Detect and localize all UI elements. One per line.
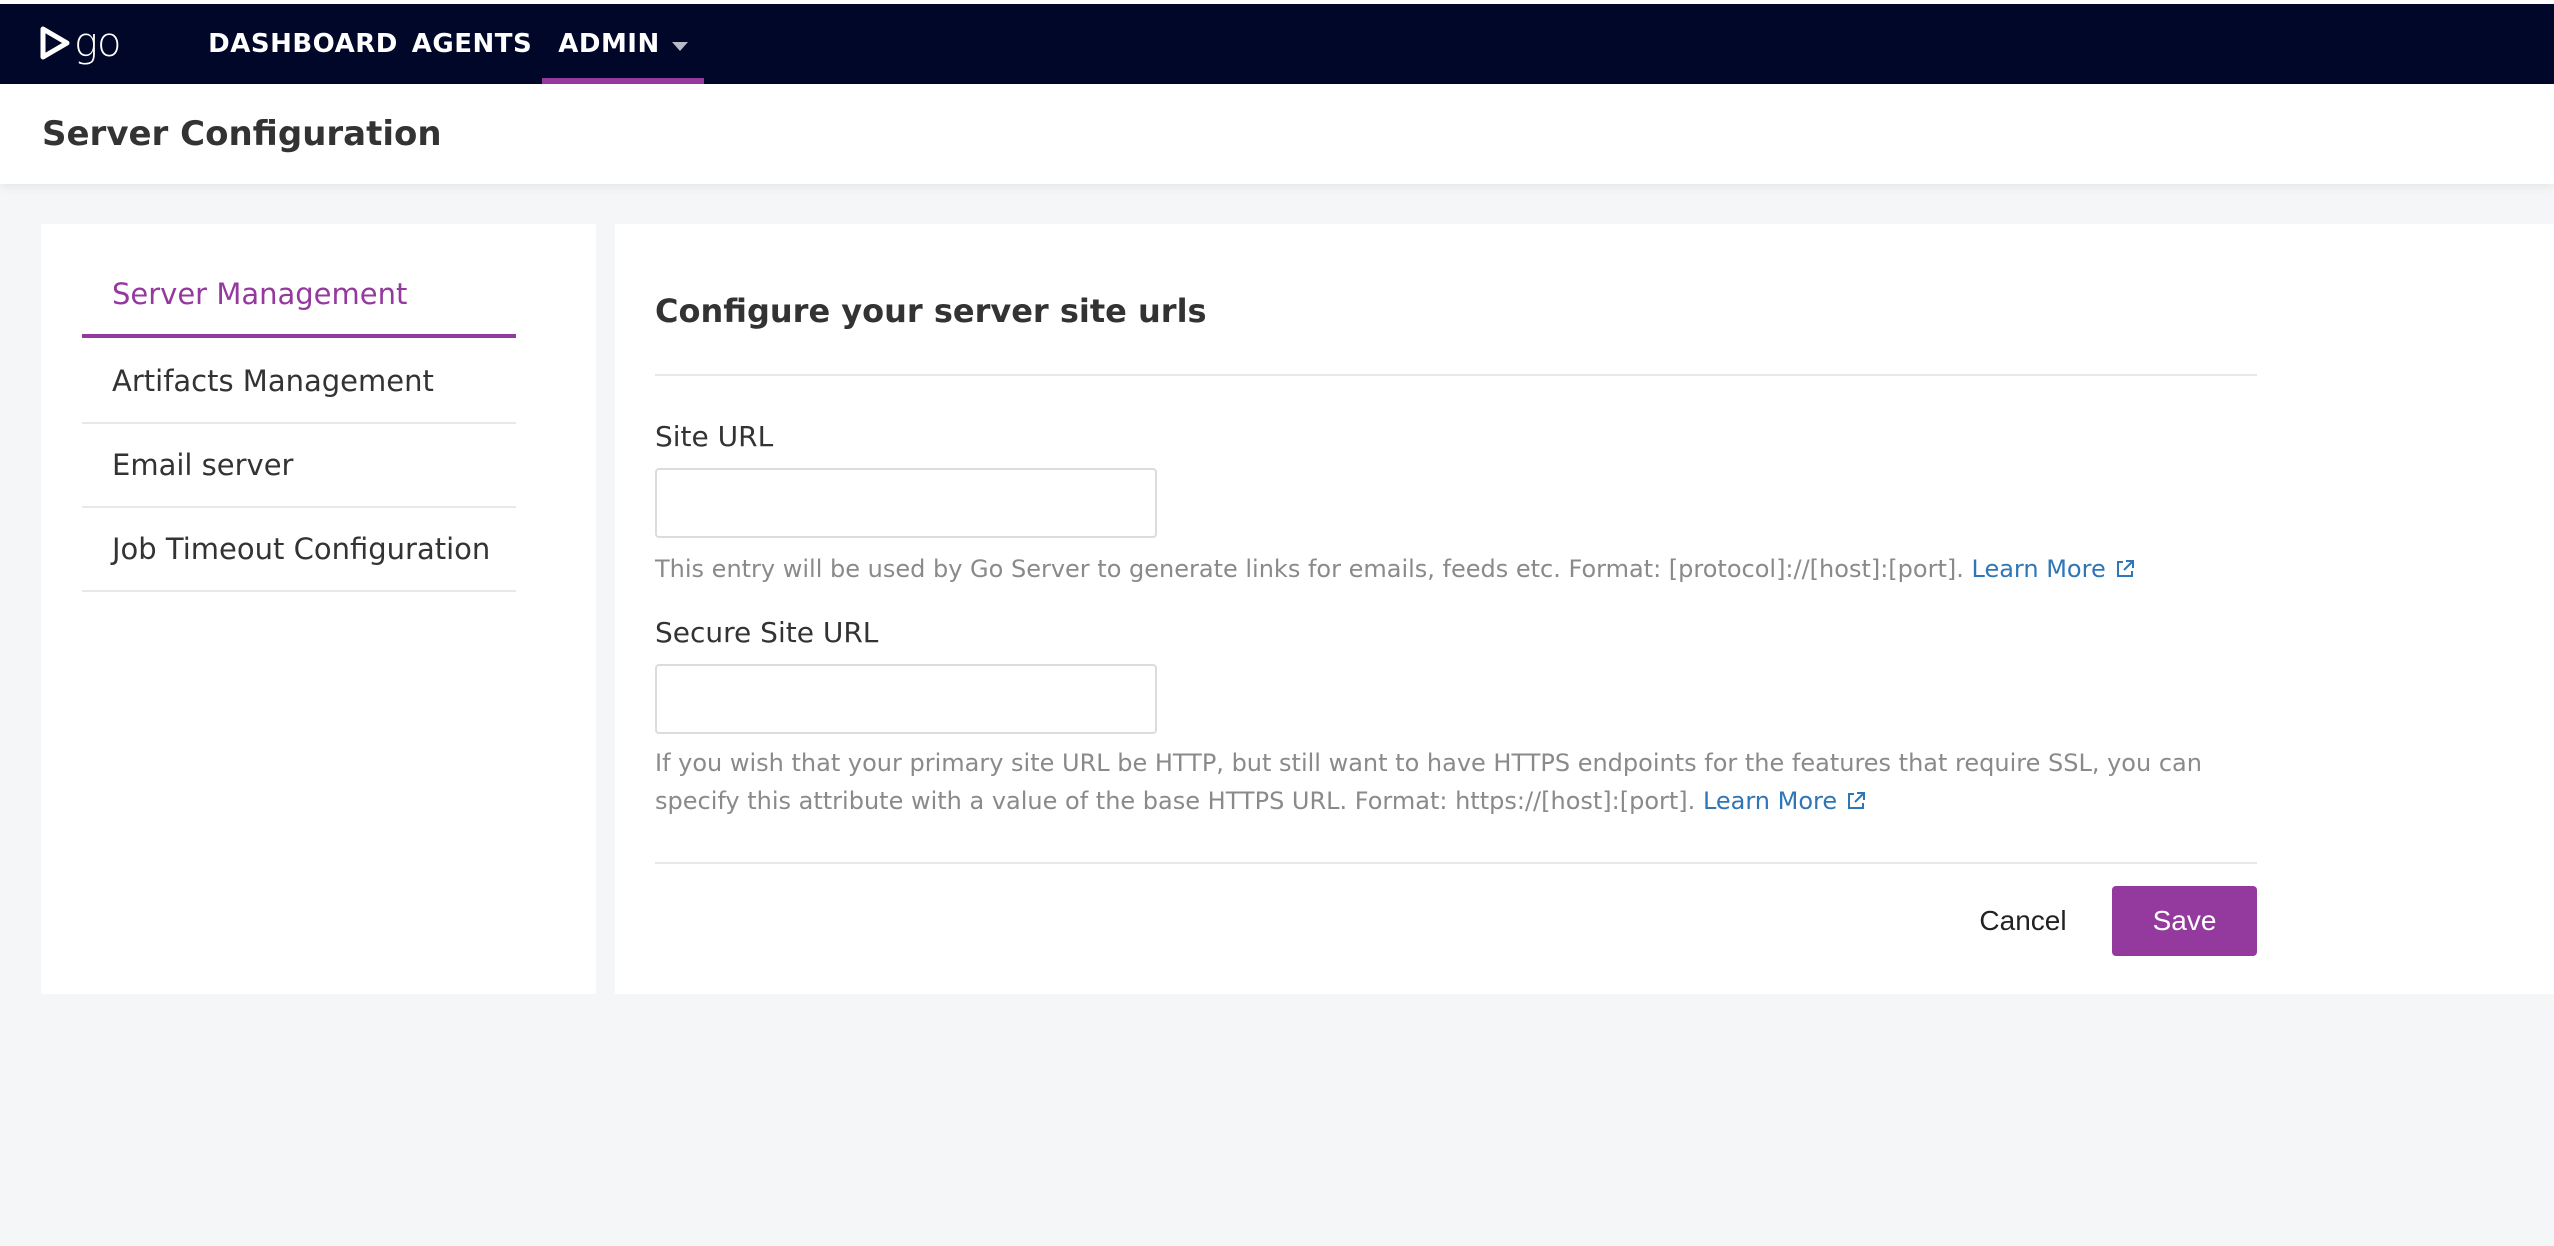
secure-site-url-label: Secure Site URL: [655, 616, 879, 649]
divider: [655, 862, 2257, 864]
sidebar-item-job-timeout-configuration[interactable]: Job Timeout Configuration: [82, 508, 516, 592]
secure-site-url-input[interactable]: [655, 664, 1157, 734]
secure-site-url-help: If you wish that your primary site URL b…: [655, 744, 2275, 820]
divider: [655, 374, 2257, 376]
settings-sidebar: Server Management Artifacts Management E…: [41, 224, 596, 994]
site-url-input[interactable]: [655, 468, 1157, 538]
external-link-icon: [2116, 560, 2134, 577]
go-logo[interactable]: go: [40, 18, 121, 68]
sidebar-item-label: Email server: [112, 448, 294, 482]
secure-site-url-learn-more-link[interactable]: Learn More: [1703, 787, 1867, 815]
secure-site-url-help-text: If you wish that your primary site URL b…: [655, 749, 2202, 815]
site-url-label: Site URL: [655, 420, 774, 453]
caret-down-icon: [671, 41, 688, 51]
sidebar-item-label: Server Management: [112, 277, 408, 311]
nav-agents-label: AGENTS: [411, 29, 533, 59]
cancel-button[interactable]: Cancel: [1963, 886, 2083, 956]
page-header: Server Configuration: [0, 84, 2554, 184]
logo-text: go: [74, 20, 121, 66]
sidebar-item-label: Artifacts Management: [112, 364, 434, 398]
save-button[interactable]: Save: [2112, 886, 2257, 956]
sidebar-item-artifacts-management[interactable]: Artifacts Management: [82, 340, 516, 424]
top-navigation-bar: go DASHBOARD AGENTS ADMIN: [0, 0, 2554, 84]
site-url-learn-more-link[interactable]: Learn More: [1972, 555, 2136, 583]
nav-admin[interactable]: ADMIN: [542, 4, 704, 84]
nav-agents[interactable]: AGENTS: [408, 4, 536, 84]
learn-more-label: Learn More: [1702, 787, 1838, 815]
sidebar-item-label: Job Timeout Configuration: [112, 532, 491, 566]
page-title: Server Configuration: [42, 114, 442, 154]
panel-title: Configure your server site urls: [655, 292, 1207, 330]
nav-dashboard[interactable]: DASHBOARD: [208, 4, 398, 84]
sidebar-item-server-management[interactable]: Server Management: [82, 254, 516, 338]
server-site-urls-panel: Configure your server site urls Site URL…: [615, 224, 2554, 994]
nav-dashboard-label: DASHBOARD: [208, 29, 398, 59]
nav-admin-label: ADMIN: [558, 29, 660, 59]
site-url-help: This entry will be used by Go Server to …: [655, 550, 2275, 588]
site-url-help-text: This entry will be used by Go Server to …: [655, 555, 1964, 583]
external-link-icon: [1848, 792, 1866, 809]
sidebar-item-email-server[interactable]: Email server: [82, 424, 516, 508]
play-icon: [40, 26, 70, 60]
learn-more-label: Learn More: [1971, 555, 2106, 583]
